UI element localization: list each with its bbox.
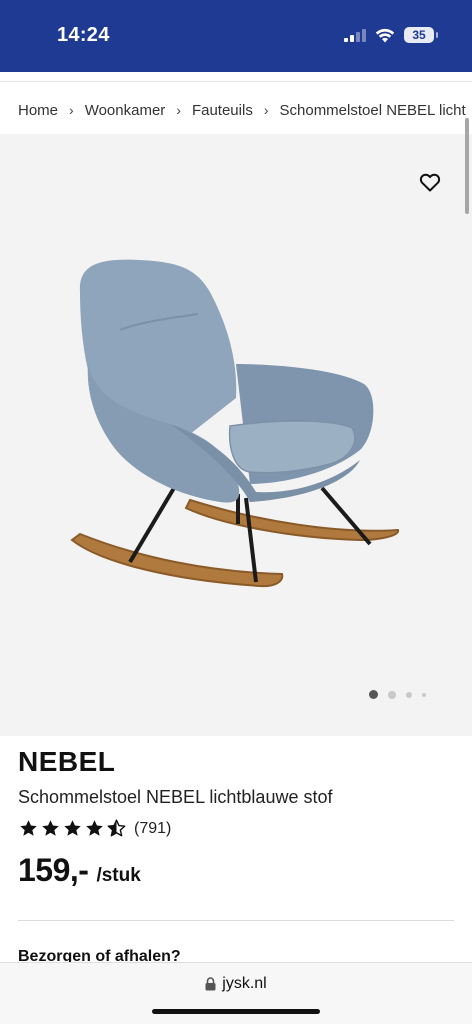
- star-full-icon: [42, 820, 59, 836]
- wishlist-heart-icon[interactable]: [418, 170, 442, 194]
- cellular-signal-icon: [344, 28, 366, 42]
- address-bar[interactable]: jysk.nl: [0, 975, 472, 993]
- breadcrumb-woonkamer[interactable]: Woonkamer: [85, 102, 166, 119]
- gallery-dot[interactable]: [388, 690, 396, 699]
- product-gallery[interactable]: [0, 118, 472, 736]
- breadcrumb-current: Schommelstoel NEBEL licht: [279, 101, 466, 119]
- breadcrumb-fauteuils[interactable]: Fauteuils: [192, 102, 253, 119]
- breadcrumb-home[interactable]: Home: [18, 102, 58, 119]
- gallery-pagination: [369, 690, 426, 699]
- product-name: Schommelstoel NEBEL lichtblauwe stof: [18, 787, 333, 807]
- gallery-dot[interactable]: [406, 691, 412, 698]
- site-header-strip: [0, 72, 472, 82]
- lock-icon: [205, 977, 216, 991]
- breadcrumb: Home › Woonkamer › Fauteuils › Schommels…: [18, 99, 472, 121]
- star-full-icon: [64, 820, 81, 836]
- product-price: 159,-: [18, 852, 89, 888]
- price-row: 159,- /stuk: [18, 852, 141, 889]
- wifi-icon: [375, 28, 395, 42]
- star-full-icon: [86, 820, 103, 836]
- section-divider: [18, 920, 454, 921]
- page-scrollbar[interactable]: [465, 118, 469, 214]
- battery-icon: 35: [404, 27, 438, 43]
- status-time: 14:24: [57, 24, 110, 46]
- status-icons: 35: [344, 24, 438, 46]
- status-bar: 14:24 35: [0, 0, 472, 72]
- home-indicator[interactable]: [152, 1009, 320, 1014]
- gallery-dot[interactable]: [422, 692, 426, 697]
- breadcrumb-separator: ›: [69, 102, 74, 118]
- star-full-icon: [20, 820, 37, 836]
- browser-bottom-bar: jysk.nl: [0, 962, 472, 1024]
- product-brand: NEBEL: [18, 746, 116, 777]
- breadcrumb-separator: ›: [263, 102, 269, 118]
- breadcrumb-separator: ›: [176, 102, 181, 118]
- url-text[interactable]: jysk.nl: [222, 975, 266, 993]
- rocking-chair-image: [70, 259, 399, 588]
- gallery-dot[interactable]: [369, 690, 378, 699]
- price-unit: /stuk: [96, 865, 141, 886]
- review-count[interactable]: (791): [134, 820, 171, 838]
- battery-level: 35: [412, 28, 426, 42]
- product-rating[interactable]: (791): [18, 818, 171, 839]
- star-half-icon: [107, 819, 126, 837]
